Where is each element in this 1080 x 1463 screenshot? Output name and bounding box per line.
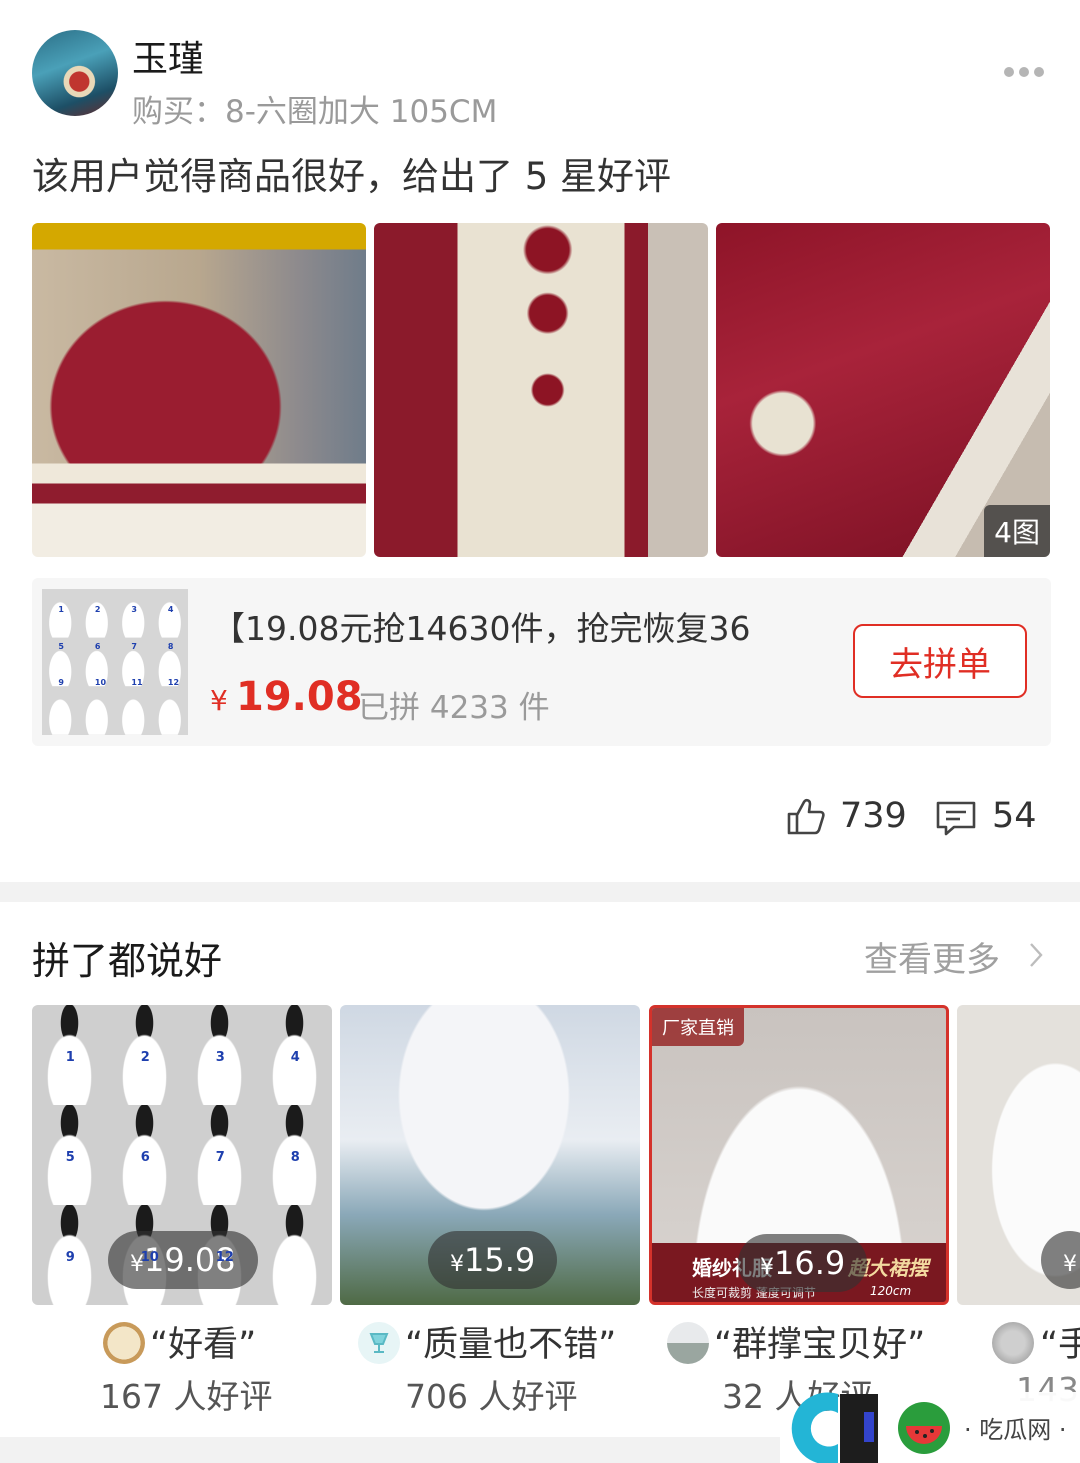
review-image[interactable] bbox=[374, 223, 708, 557]
size-number-label: 7 bbox=[215, 1150, 225, 1165]
size-number-label: 5 bbox=[58, 641, 64, 651]
user-avatar[interactable] bbox=[32, 30, 118, 116]
see-more-link[interactable]: 查看更多 bbox=[864, 932, 1000, 981]
recommended-product-image[interactable]: 厂家直销 婚纱礼服 超大裙摆 长度可裁剪 蓬度可调节 120cm ¥16.9 bbox=[649, 1005, 949, 1305]
chevron-right-icon[interactable] bbox=[1028, 941, 1044, 969]
product-price: 19.08 bbox=[236, 674, 363, 720]
size-number-label: 7 bbox=[131, 641, 137, 651]
review-count: 706 人好评 bbox=[405, 1377, 578, 1416]
watermark-logo-icon bbox=[791, 1392, 878, 1463]
reviewer-avatar bbox=[992, 1322, 1034, 1364]
like-count[interactable]: 739 bbox=[840, 796, 907, 836]
size-number-label: 10 bbox=[140, 1250, 159, 1265]
review-quote[interactable]: “质量也不错” bbox=[405, 1316, 616, 1367]
product-card[interactable]: 1 2 3 4 5 6 7 8 9 10 11 12 【19.08元抢14630件，抢完恢复36 ¥ … bbox=[32, 578, 1051, 746]
image-count-badge: 4图 bbox=[984, 505, 1050, 557]
thumbs-up-icon[interactable] bbox=[786, 798, 826, 836]
sold-count: 已拼 4233 件 bbox=[358, 690, 550, 726]
price-pill: ¥15.9 bbox=[428, 1231, 558, 1289]
product-thumbnail[interactable]: 1 2 3 4 5 6 7 8 9 10 11 12 bbox=[42, 589, 188, 735]
size-number-label: 1 bbox=[65, 1050, 75, 1065]
bottom-divider bbox=[0, 1437, 780, 1463]
section-title: 拼了都说好 bbox=[32, 939, 223, 983]
size-number-label: 2 bbox=[94, 605, 101, 615]
size-number-label: 9 bbox=[58, 678, 64, 688]
price-currency: ¥ bbox=[210, 684, 228, 717]
comment-icon[interactable] bbox=[935, 800, 977, 838]
size-number-label: 6 bbox=[140, 1150, 150, 1165]
size-number-label: 11 bbox=[131, 678, 143, 688]
size-number-label: 5 bbox=[65, 1150, 75, 1165]
review-image[interactable] bbox=[32, 223, 366, 557]
review-image[interactable]: 4图 bbox=[716, 223, 1050, 557]
price-pill: ¥ bbox=[1041, 1231, 1080, 1289]
size-number-label: 3 bbox=[131, 605, 137, 615]
watermelon-icon bbox=[898, 1401, 950, 1454]
comment-count[interactable]: 54 bbox=[992, 796, 1037, 836]
review-quote[interactable]: “群撑宝贝好” bbox=[714, 1316, 925, 1367]
size-number-label: 10 bbox=[94, 678, 107, 688]
size-number-label: 12 bbox=[215, 1250, 234, 1265]
review-text: 该用户觉得商品很好，给出了 5 星好评 bbox=[32, 155, 672, 198]
size-number-label: 4 bbox=[290, 1050, 300, 1065]
size-number-label: 9 bbox=[65, 1250, 75, 1265]
watermark-badge: · 吃瓜网 · bbox=[886, 1392, 1080, 1463]
recommended-product-image[interactable]: ¥ bbox=[957, 1005, 1080, 1305]
price-pill: ¥19.08 bbox=[108, 1231, 258, 1289]
size-number-label: 8 bbox=[290, 1150, 300, 1165]
size-number-label: 6 bbox=[94, 641, 101, 651]
group-buy-button[interactable]: 去拼单 bbox=[853, 624, 1027, 698]
cup-icon bbox=[369, 1333, 389, 1353]
watermark-text: · 吃瓜网 · bbox=[964, 1416, 1067, 1444]
reviewer-avatar bbox=[358, 1322, 400, 1364]
size-number-label: 2 bbox=[140, 1050, 150, 1065]
reviewer-avatar bbox=[103, 1322, 145, 1364]
recommended-product-image[interactable]: ¥19.08 1 2 3 4 5 6 7 8 9 10 12 bbox=[32, 1005, 332, 1305]
price-pill: ¥16.9 bbox=[738, 1234, 868, 1292]
factory-direct-tag: 厂家直销 bbox=[652, 1008, 744, 1046]
section-divider bbox=[0, 882, 1080, 902]
purchase-info: 购买：8-六圈加大 105CM bbox=[132, 94, 498, 130]
size-number-label: 3 bbox=[215, 1050, 225, 1065]
banner-size: 120cm bbox=[870, 1284, 912, 1298]
size-number-label: 12 bbox=[167, 678, 180, 688]
size-number-label: 4 bbox=[167, 605, 174, 615]
recommended-product-image[interactable]: ¥15.9 bbox=[340, 1005, 640, 1305]
more-options-icon[interactable] bbox=[1004, 62, 1052, 82]
product-title[interactable]: 【19.08元抢14630件，抢完恢复36 bbox=[212, 602, 750, 650]
review-quote[interactable]: “手 bbox=[1040, 1316, 1080, 1367]
review-quote[interactable]: “好看” bbox=[150, 1316, 256, 1367]
user-name[interactable]: 玉瑾 bbox=[132, 30, 204, 82]
size-number-label: 1 bbox=[58, 605, 64, 615]
size-number-label: 8 bbox=[167, 641, 174, 651]
review-count: 167 人好评 bbox=[100, 1377, 273, 1416]
reviewer-avatar bbox=[667, 1322, 709, 1364]
